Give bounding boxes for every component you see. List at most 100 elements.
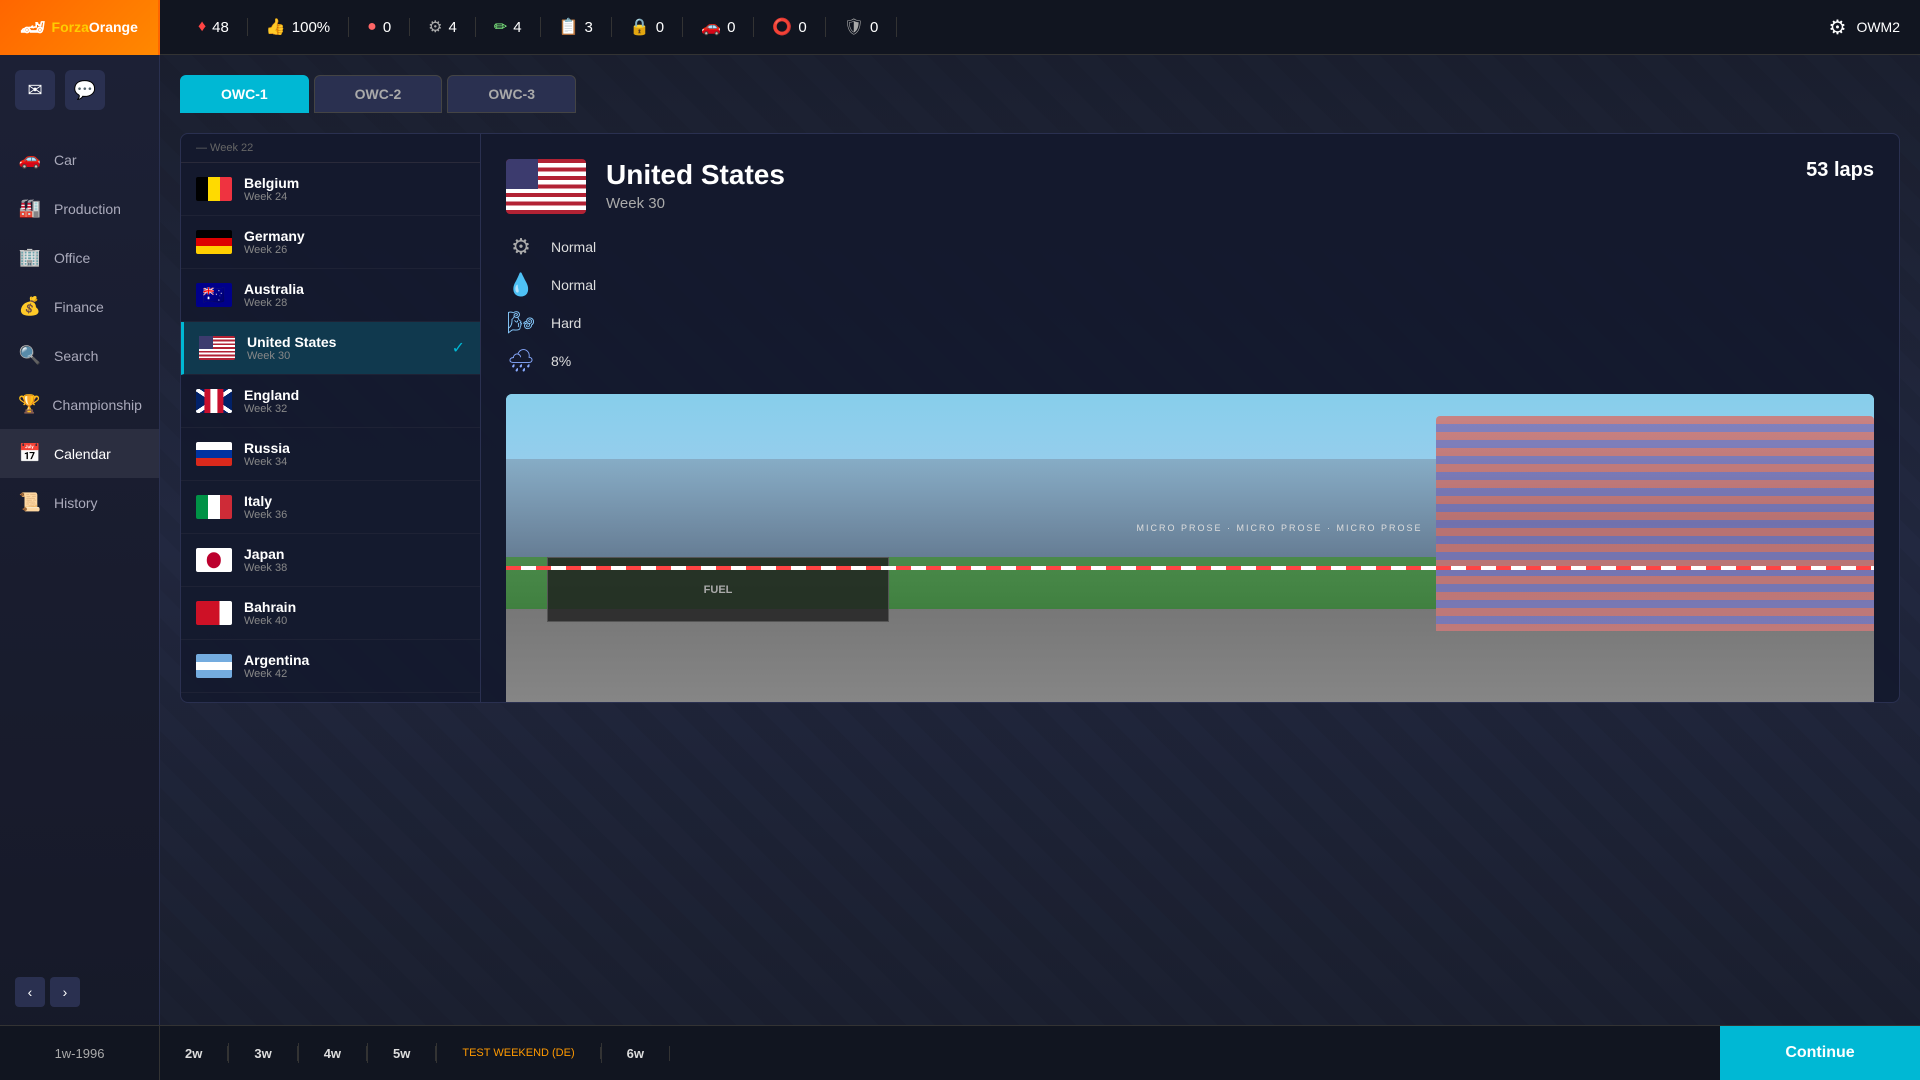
sidebar: ✉ 💬 🚗 Car 🏭 Production 🏢 Office 💰 Financ… — [0, 55, 160, 1080]
flag-us — [199, 336, 235, 360]
sidebar-item-history[interactable]: 📜 History — [0, 478, 159, 527]
sidebar-top-icons: ✉ 💬 — [0, 55, 159, 125]
stat-r5: 🔒 0 — [612, 17, 683, 37]
mail-button[interactable]: ✉ — [15, 70, 55, 110]
track-image: FUEL MICRO PROSE · MICRO PROSE · MICRO P… — [506, 394, 1874, 702]
tab-owc3[interactable]: OWC-3 — [447, 75, 576, 113]
timeline-week-3-label: 3w — [254, 1046, 271, 1061]
timeline-week-5: 5w — [368, 1046, 436, 1061]
weather-icon-4: 🌧 — [506, 348, 536, 374]
stat-r6: 🚗 0 — [683, 17, 754, 37]
r7-icon: ⭕ — [772, 17, 792, 37]
race-item-russia[interactable]: Russia Week 34 — [181, 428, 480, 481]
stat-r6-value: 0 — [727, 19, 735, 36]
race-week-australia: Week 28 — [244, 297, 465, 309]
r1-icon: ● — [367, 18, 377, 36]
stat-r8-value: 0 — [870, 19, 878, 36]
continue-button[interactable]: Continue — [1720, 1026, 1920, 1080]
weather-label-1: Normal — [551, 239, 596, 255]
approval-icon: 👍 — [266, 17, 286, 37]
sidebar-item-search[interactable]: 🔍 Search — [0, 331, 159, 380]
nav-next-button[interactable]: › — [50, 977, 80, 1007]
weather-icon-3: 🌬 — [506, 310, 536, 336]
r4-icon: 📋 — [559, 17, 579, 37]
race-item-italy[interactable]: Italy Week 36 — [181, 481, 480, 534]
race-item-japan[interactable]: Japan Week 38 — [181, 534, 480, 587]
sidebar-label-production: Production — [54, 201, 121, 217]
nav-prev-button[interactable]: ‹ — [15, 977, 45, 1007]
stat-r5-value: 0 — [656, 19, 664, 36]
race-item-australia[interactable]: Australia Week 28 — [181, 269, 480, 322]
sidebar-item-office[interactable]: 🏢 Office — [0, 233, 159, 282]
sidebar-arrows: ‹ › — [0, 967, 159, 1017]
grandstand-seats — [1436, 416, 1874, 631]
championship-icon: 🏆 — [18, 394, 40, 415]
sponsor-text: MICRO PROSE · MICRO PROSE · MICRO PROSE — [1137, 523, 1423, 533]
detail-laps: 53 laps — [1806, 159, 1874, 182]
timeline-week-2-label: 2w — [185, 1046, 202, 1061]
stat-r7-value: 0 — [798, 19, 806, 36]
stat-r1-value: 0 — [383, 19, 391, 36]
race-week-england: Week 32 — [244, 403, 465, 415]
sidebar-item-production[interactable]: 🏭 Production — [0, 184, 159, 233]
race-item-bahrain[interactable]: Bahrain Week 40 — [181, 587, 480, 640]
timeline-event-test: TEST WEEKEND (DE) — [437, 1047, 600, 1059]
r5-icon: 🔒 — [630, 17, 650, 37]
main-panel: — Week 22 Belgium Week 24 Germany Week 2… — [180, 133, 1900, 703]
race-info-russia: Russia Week 34 — [244, 440, 465, 468]
sidebar-item-championship[interactable]: 🏆 Championship — [0, 380, 159, 429]
flag-bahrain — [196, 601, 232, 625]
topbar-profile[interactable]: ⚙ OWM2 — [1809, 15, 1920, 40]
current-time-value: 1w-1996 — [55, 1046, 105, 1061]
race-info-australia: Australia Week 28 — [244, 281, 465, 309]
sidebar-item-calendar[interactable]: 📅 Calendar — [0, 429, 159, 478]
race-week-argentina: Week 42 — [244, 668, 465, 680]
race-info-germany: Germany Week 26 — [244, 228, 465, 256]
race-item-belgium[interactable]: Belgium Week 24 — [181, 163, 480, 216]
timeline-week-4: 4w — [299, 1046, 367, 1061]
current-time-display: 1w-1996 — [0, 1025, 160, 1080]
sidebar-item-finance[interactable]: 💰 Finance — [0, 282, 159, 331]
stat-r7: ⭕ 0 — [754, 17, 825, 37]
weather-icon-1: ⚙ — [506, 234, 536, 260]
main-content: OWC-1 OWC-2 OWC-3 — Week 22 Belgium Week… — [160, 55, 1920, 1080]
race-info-us: United States Week 30 — [247, 334, 440, 362]
stat-r1: ● 0 — [349, 18, 410, 36]
flag-australia — [196, 283, 232, 307]
race-name-us: United States — [247, 334, 440, 350]
race-week-japan: Week 38 — [244, 562, 465, 574]
sidebar-label-calendar: Calendar — [54, 446, 111, 462]
tab-owc2[interactable]: OWC-2 — [314, 75, 443, 113]
race-info-japan: Japan Week 38 — [244, 546, 465, 574]
race-item-us[interactable]: United States Week 30 ✓ — [181, 322, 480, 375]
race-week-bahrain: Week 40 — [244, 615, 465, 627]
sidebar-item-car[interactable]: 🚗 Car — [0, 135, 159, 184]
race-name-japan: Japan — [244, 546, 465, 562]
profile-name: OWM2 — [1856, 19, 1900, 35]
tab-bar: OWC-1 OWC-2 OWC-3 — [180, 75, 1900, 113]
sidebar-label-office: Office — [54, 250, 90, 266]
race-info-england: England Week 32 — [244, 387, 465, 415]
sidebar-nav: 🚗 Car 🏭 Production 🏢 Office 💰 Finance 🔍 … — [0, 125, 159, 967]
app-logo[interactable]: 🏎 ForzaOrange — [0, 0, 160, 55]
timeline-week-6-label: 6w — [627, 1046, 644, 1061]
race-info-italy: Italy Week 36 — [244, 493, 465, 521]
weather-label-4: 8% — [551, 353, 571, 369]
race-item-argentina[interactable]: Argentina Week 42 — [181, 640, 480, 693]
sidebar-label-championship: Championship — [52, 397, 142, 413]
chat-button[interactable]: 💬 — [65, 70, 105, 110]
stat-r4-value: 3 — [585, 19, 593, 36]
r6-icon: 🚗 — [701, 17, 721, 37]
sidebar-label-finance: Finance — [54, 299, 104, 315]
timeline-week-5-label: 5w — [393, 1046, 410, 1061]
stat-r3: ✏ 4 — [476, 17, 541, 37]
tab-owc1[interactable]: OWC-1 — [180, 75, 309, 113]
sidebar-label-history: History — [54, 495, 98, 511]
race-item-germany[interactable]: Germany Week 26 — [181, 216, 480, 269]
detail-panel: United States Week 30 53 laps ⚙ Normal 💧… — [481, 134, 1899, 702]
race-item-england[interactable]: England Week 32 — [181, 375, 480, 428]
weather-icon-2: 💧 — [506, 272, 536, 298]
weather-row-3: 🌬 Hard — [506, 310, 1874, 336]
stat-diamonds: ♦ 48 — [180, 18, 248, 36]
detail-header: United States Week 30 53 laps — [506, 159, 1874, 214]
